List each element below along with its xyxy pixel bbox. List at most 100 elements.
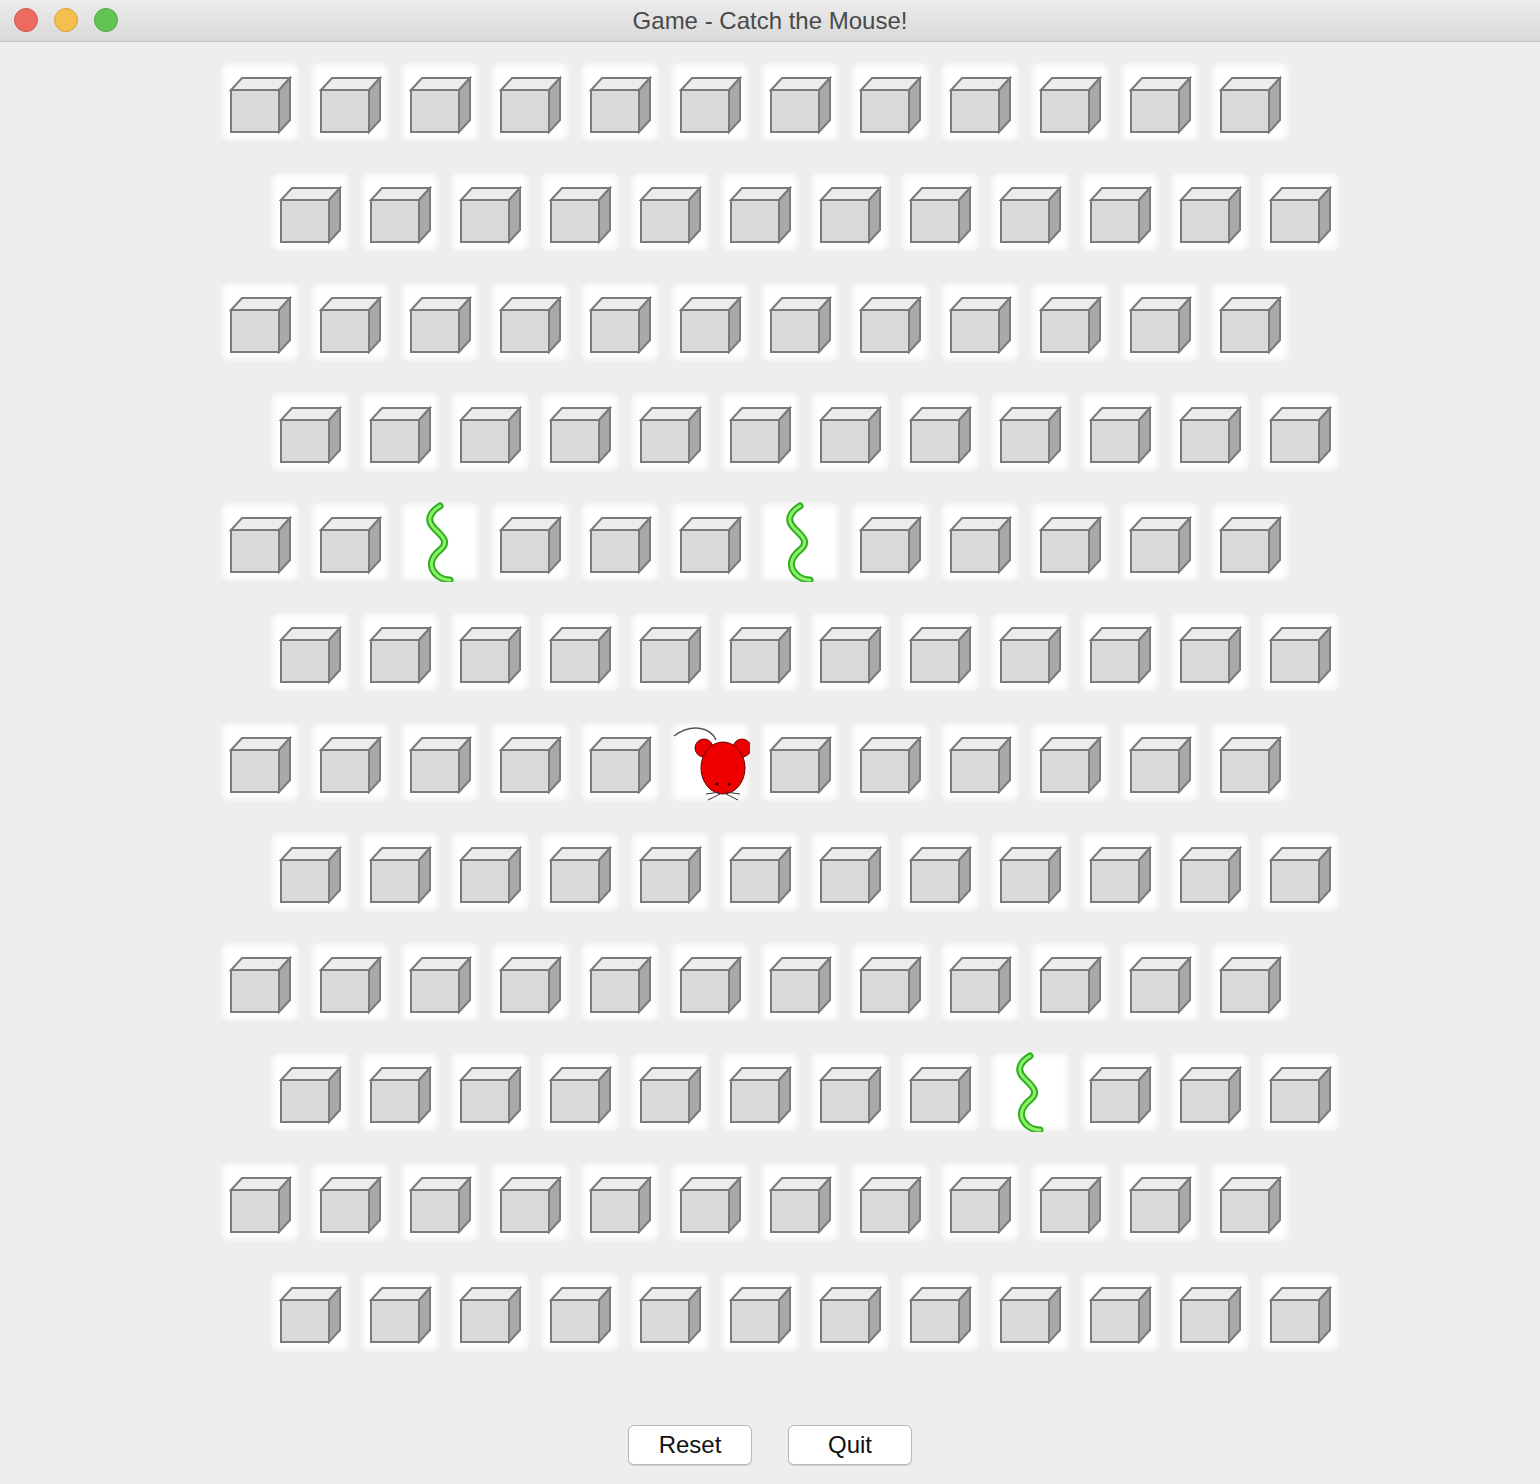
block-cell[interactable] — [1210, 942, 1290, 1022]
block-cell[interactable] — [630, 612, 710, 692]
block-cell[interactable] — [1080, 1052, 1160, 1132]
snake-cell[interactable] — [990, 1052, 1070, 1132]
block-cell[interactable] — [1260, 612, 1340, 692]
block-cell[interactable] — [1080, 172, 1160, 252]
block-cell[interactable] — [940, 502, 1020, 582]
close-button[interactable] — [14, 8, 38, 32]
snake-cell[interactable] — [400, 502, 480, 582]
block-cell[interactable] — [220, 62, 300, 142]
block-cell[interactable] — [580, 722, 660, 802]
block-cell[interactable] — [940, 942, 1020, 1022]
block-cell[interactable] — [940, 62, 1020, 142]
block-cell[interactable] — [1080, 832, 1160, 912]
block-cell[interactable] — [580, 502, 660, 582]
block-cell[interactable] — [900, 832, 980, 912]
block-cell[interactable] — [1120, 942, 1200, 1022]
block-cell[interactable] — [720, 612, 800, 692]
block-cell[interactable] — [400, 1162, 480, 1242]
block-cell[interactable] — [1120, 1162, 1200, 1242]
block-cell[interactable] — [850, 942, 930, 1022]
block-cell[interactable] — [810, 1272, 890, 1352]
block-cell[interactable] — [400, 942, 480, 1022]
block-cell[interactable] — [900, 1272, 980, 1352]
block-cell[interactable] — [1260, 1052, 1340, 1132]
block-cell[interactable] — [630, 392, 710, 472]
block-cell[interactable] — [450, 832, 530, 912]
block-cell[interactable] — [540, 172, 620, 252]
block-cell[interactable] — [540, 832, 620, 912]
block-cell[interactable] — [360, 1052, 440, 1132]
snake-cell[interactable] — [760, 502, 840, 582]
block-cell[interactable] — [1030, 502, 1110, 582]
block-cell[interactable] — [450, 612, 530, 692]
block-cell[interactable] — [400, 62, 480, 142]
block-cell[interactable] — [450, 1272, 530, 1352]
block-cell[interactable] — [900, 1052, 980, 1132]
block-cell[interactable] — [810, 1052, 890, 1132]
block-cell[interactable] — [270, 832, 350, 912]
block-cell[interactable] — [1260, 1272, 1340, 1352]
block-cell[interactable] — [810, 172, 890, 252]
block-cell[interactable] — [1260, 392, 1340, 472]
block-cell[interactable] — [400, 722, 480, 802]
block-cell[interactable] — [360, 1272, 440, 1352]
block-cell[interactable] — [630, 832, 710, 912]
block-cell[interactable] — [490, 1162, 570, 1242]
block-cell[interactable] — [1080, 1272, 1160, 1352]
block-cell[interactable] — [220, 282, 300, 362]
block-cell[interactable] — [990, 612, 1070, 692]
block-cell[interactable] — [490, 282, 570, 362]
block-cell[interactable] — [990, 1272, 1070, 1352]
block-cell[interactable] — [760, 62, 840, 142]
game-button[interactable]: Reset — [628, 1425, 752, 1465]
block-cell[interactable] — [720, 172, 800, 252]
block-cell[interactable] — [810, 392, 890, 472]
block-cell[interactable] — [1170, 1272, 1250, 1352]
block-cell[interactable] — [850, 1162, 930, 1242]
block-cell[interactable] — [990, 392, 1070, 472]
block-cell[interactable] — [1260, 172, 1340, 252]
block-cell[interactable] — [1210, 502, 1290, 582]
block-cell[interactable] — [580, 942, 660, 1022]
block-cell[interactable] — [670, 62, 750, 142]
block-cell[interactable] — [1030, 62, 1110, 142]
game-button[interactable]: Quit — [788, 1425, 912, 1465]
block-cell[interactable] — [1210, 62, 1290, 142]
block-cell[interactable] — [990, 172, 1070, 252]
block-cell[interactable] — [490, 722, 570, 802]
block-cell[interactable] — [1030, 1162, 1110, 1242]
block-cell[interactable] — [220, 502, 300, 582]
block-cell[interactable] — [360, 612, 440, 692]
block-cell[interactable] — [760, 282, 840, 362]
block-cell[interactable] — [670, 942, 750, 1022]
block-cell[interactable] — [670, 502, 750, 582]
block-cell[interactable] — [1080, 612, 1160, 692]
block-cell[interactable] — [400, 282, 480, 362]
block-cell[interactable] — [580, 1162, 660, 1242]
block-cell[interactable] — [720, 832, 800, 912]
block-cell[interactable] — [1080, 392, 1160, 472]
block-cell[interactable] — [940, 722, 1020, 802]
block-cell[interactable] — [540, 1052, 620, 1132]
block-cell[interactable] — [760, 942, 840, 1022]
block-cell[interactable] — [900, 612, 980, 692]
block-cell[interactable] — [720, 392, 800, 472]
block-cell[interactable] — [1210, 722, 1290, 802]
block-cell[interactable] — [450, 1052, 530, 1132]
block-cell[interactable] — [670, 282, 750, 362]
block-cell[interactable] — [720, 1272, 800, 1352]
block-cell[interactable] — [1170, 612, 1250, 692]
block-cell[interactable] — [490, 62, 570, 142]
block-cell[interactable] — [270, 392, 350, 472]
block-cell[interactable] — [220, 942, 300, 1022]
block-cell[interactable] — [630, 1272, 710, 1352]
block-cell[interactable] — [360, 392, 440, 472]
block-cell[interactable] — [360, 172, 440, 252]
block-cell[interactable] — [900, 392, 980, 472]
block-cell[interactable] — [450, 172, 530, 252]
block-cell[interactable] — [1120, 62, 1200, 142]
block-cell[interactable] — [270, 1052, 350, 1132]
block-cell[interactable] — [310, 282, 390, 362]
block-cell[interactable] — [360, 832, 440, 912]
block-cell[interactable] — [270, 612, 350, 692]
